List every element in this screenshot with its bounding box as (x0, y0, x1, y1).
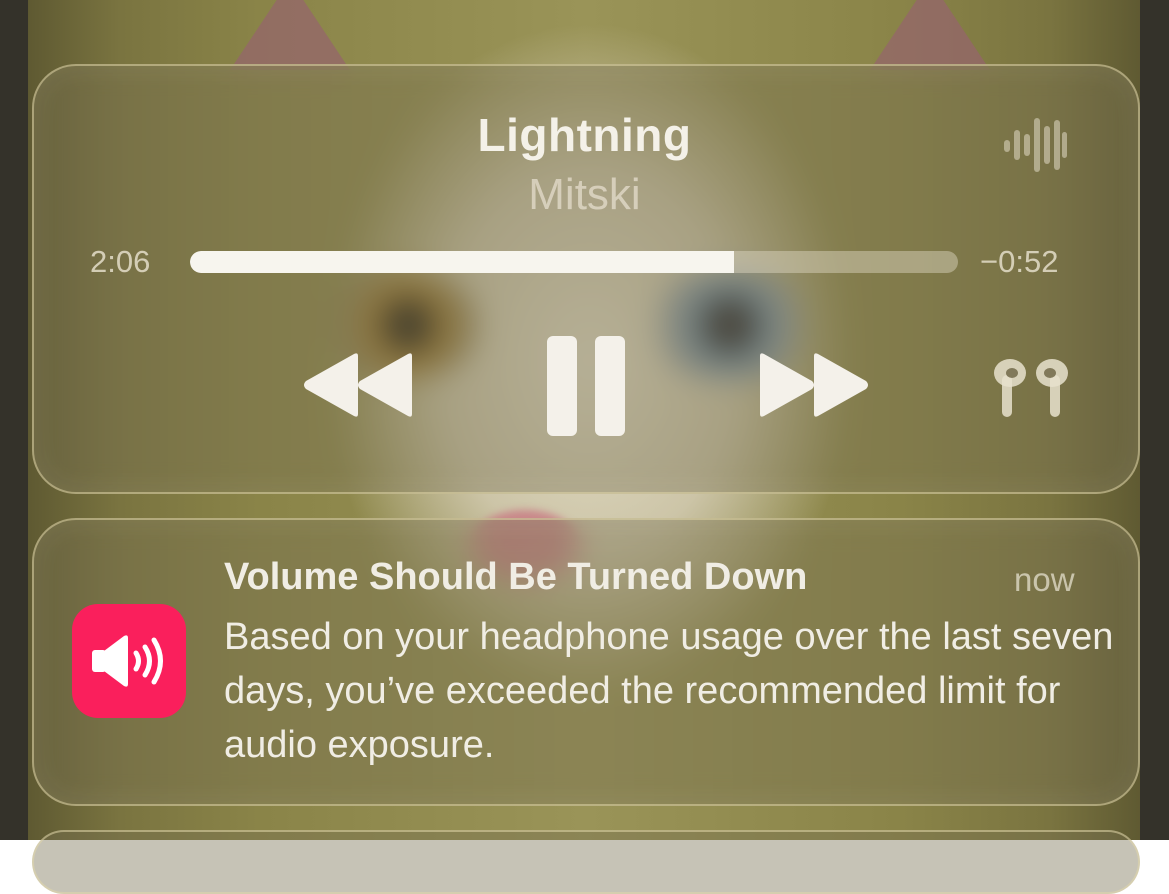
speaker-volume-icon (92, 635, 163, 687)
notification-title: Volume Should Be Turned Down (224, 556, 808, 598)
notification-time: now (1014, 561, 1075, 598)
playback-scrubber[interactable] (190, 251, 958, 273)
waveform-icon[interactable] (1002, 116, 1068, 174)
airpods-output-button[interactable] (990, 357, 1072, 419)
app-icon (72, 604, 186, 718)
airpods-icon (994, 359, 1068, 417)
pause-button[interactable] (545, 334, 627, 438)
rewind-button[interactable] (300, 352, 420, 418)
elapsed-time: 2:06 (90, 244, 151, 279)
playback-progress-fill (190, 251, 734, 273)
wallpaper-cat-ear-left (230, 0, 350, 70)
rewind-icon (304, 353, 412, 417)
pause-icon (547, 336, 625, 436)
wallpaper-cat-ear-right (870, 0, 990, 70)
track-artist: Mitski (528, 170, 641, 219)
track-title: Lightning (477, 109, 692, 161)
fast-forward-button[interactable] (752, 352, 872, 418)
fast-forward-icon (760, 353, 868, 417)
remaining-time: −0:52 (980, 244, 1059, 279)
notification-body: Based on your headphone usage over the l… (224, 616, 1114, 766)
